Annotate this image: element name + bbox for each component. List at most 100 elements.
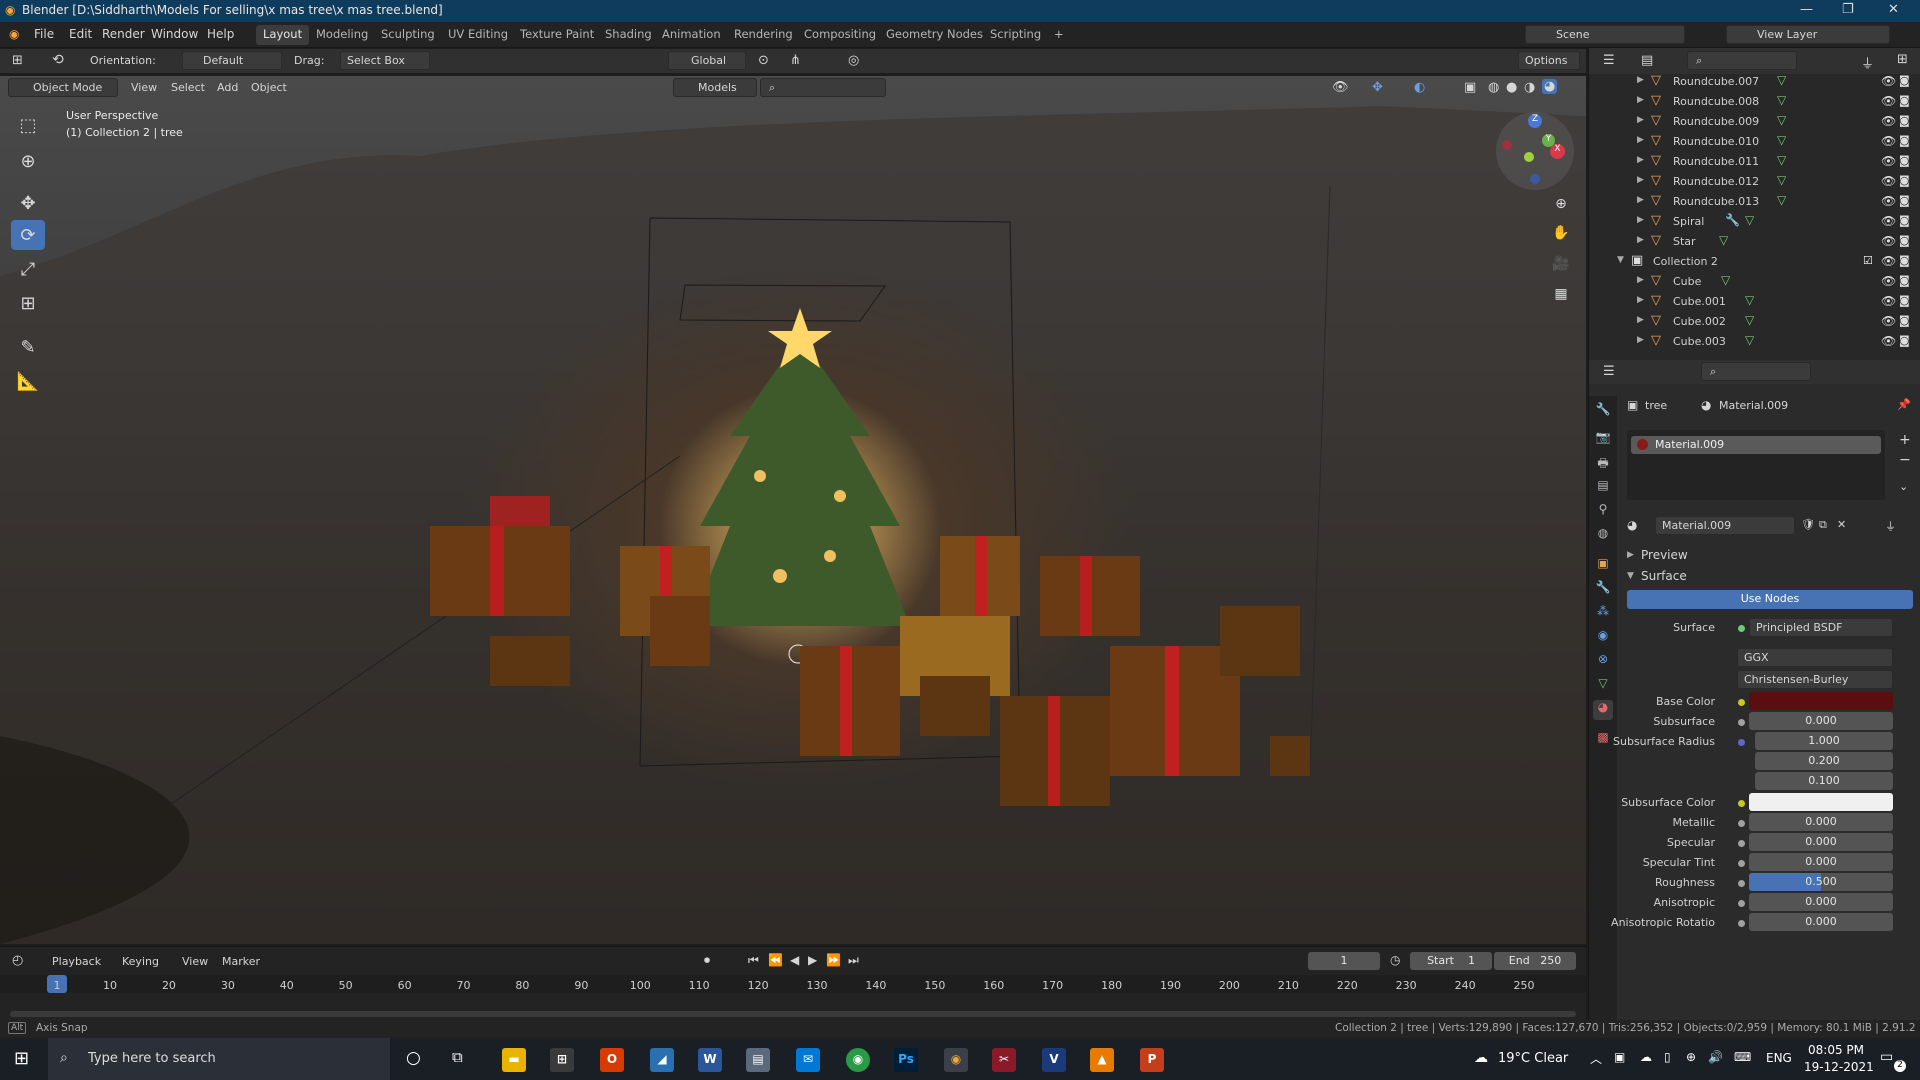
render-tab-icon[interactable]: 📷 xyxy=(1593,430,1613,450)
gizmo-neg-x-axis[interactable] xyxy=(1502,140,1512,150)
surface-shader-field[interactable]: Principled BSDF xyxy=(1749,618,1893,637)
language-indicator[interactable]: ENG xyxy=(1766,1051,1792,1065)
tab-modeling[interactable]: Modeling xyxy=(309,25,375,45)
proportional-edit-icon[interactable]: ◎ xyxy=(848,53,859,68)
outliner-row[interactable]: ▶ ▽ Cube.003 ▽ 👁 ◙ xyxy=(1589,332,1920,352)
view-layer-selector[interactable]: View Layer xyxy=(1726,25,1890,44)
blender-taskbar-icon[interactable]: ◉ xyxy=(944,1048,968,1072)
editor-type-icon[interactable]: ☰ xyxy=(1603,364,1615,379)
tab-shading[interactable]: Shading xyxy=(598,25,659,45)
tab-scripting[interactable]: Scripting xyxy=(983,25,1048,45)
eye-icon[interactable]: 👁 xyxy=(1881,154,1896,168)
eye-icon[interactable]: 👁 xyxy=(1881,114,1896,128)
menu-render[interactable]: Render xyxy=(102,27,145,41)
base-color-swatch[interactable] xyxy=(1749,692,1893,710)
network-icon[interactable]: ⊕ xyxy=(1686,1050,1696,1064)
app-icon[interactable]: V xyxy=(1042,1048,1066,1072)
eye-icon[interactable]: 👁 xyxy=(1881,314,1896,328)
render-camera-icon[interactable]: ◙ xyxy=(1899,154,1910,167)
close-button[interactable]: ✕ xyxy=(1888,2,1899,17)
rendered-shading-icon[interactable]: ◕ xyxy=(1542,79,1558,94)
scene-tab-icon[interactable]: ⚲ xyxy=(1593,502,1613,522)
end-frame-field[interactable]: End 250 xyxy=(1494,952,1576,970)
measure-tool-icon[interactable]: 📐 xyxy=(11,366,45,396)
editor-type-icon[interactable]: ☰ xyxy=(1603,53,1615,68)
unlink-material-icon[interactable]: ✕ xyxy=(1837,518,1846,531)
navigation-gizmo[interactable]: Z Y X xyxy=(1496,112,1574,190)
tab-layout[interactable]: Layout xyxy=(256,25,310,45)
render-camera-icon[interactable]: ◙ xyxy=(1899,194,1910,207)
display-mode-icon[interactable]: ▤ xyxy=(1641,53,1653,68)
3d-viewport[interactable]: User Perspective (1) Collection 2 | tree xyxy=(0,76,1586,944)
pan-hand-icon[interactable]: ✋ xyxy=(1550,225,1572,247)
gizmo-toggle-icon[interactable]: ✥ xyxy=(1372,80,1383,95)
word-icon[interactable]: W xyxy=(698,1048,722,1072)
keying-menu[interactable]: Keying xyxy=(122,955,159,968)
ortho-toggle-icon[interactable]: ▦ xyxy=(1550,286,1572,308)
subsurface-radius-y-field[interactable]: 0.200 xyxy=(1755,752,1893,770)
data-tab-icon[interactable]: ▽ xyxy=(1593,676,1613,696)
weather-icon[interactable]: ☁ xyxy=(1474,1050,1488,1066)
maximize-button[interactable]: ❐ xyxy=(1842,2,1854,17)
options-dropdown[interactable]: Options xyxy=(1518,51,1580,70)
material-shading-icon[interactable]: ◑ xyxy=(1524,80,1535,95)
anisotropic-rotation-field[interactable]: 0.000 xyxy=(1749,913,1893,931)
playback-menu[interactable]: Playback xyxy=(52,955,101,968)
menu-file[interactable]: File xyxy=(34,27,54,41)
fake-user-icon[interactable]: 🛡 xyxy=(1801,518,1815,531)
modifier-tab-icon[interactable]: 🔧 xyxy=(1593,580,1613,600)
app-icon[interactable]: ▤ xyxy=(746,1048,770,1072)
outliner-row[interactable]: ▶ ▽ Cube.001 ▽ 👁 ◙ xyxy=(1589,292,1920,312)
roughness-slider[interactable]: 0.500 xyxy=(1749,873,1893,891)
tray-app-icon[interactable]: ▣ xyxy=(1614,1050,1625,1064)
scale-tool-icon[interactable]: ⤢ xyxy=(11,254,45,284)
mode-dropdown[interactable]: Object Mode xyxy=(8,78,118,97)
material-browse-icon[interactable]: ◕ xyxy=(1627,518,1637,532)
render-camera-icon[interactable]: ◙ xyxy=(1899,174,1910,187)
zoom-icon[interactable]: ⊕ xyxy=(1550,196,1572,218)
surface-panel-chevron-icon[interactable]: ▼ xyxy=(1627,571,1634,581)
menu-help[interactable]: Help xyxy=(207,27,234,41)
move-tool-icon[interactable]: ✥ xyxy=(11,188,45,218)
outliner-row[interactable]: ▶ ▽ Roundcube.009 ▽ 👁 ◙ xyxy=(1589,112,1920,132)
snap-icon[interactable]: ⋔ xyxy=(790,53,801,68)
physics-tab-icon[interactable]: ◉ xyxy=(1593,628,1613,648)
anisotropic-field[interactable]: 0.000 xyxy=(1749,893,1893,911)
jump-end-icon[interactable]: ⏭ xyxy=(848,953,859,968)
tab-sculpting[interactable]: Sculpting xyxy=(374,25,442,45)
eye-icon[interactable]: 👁 xyxy=(1881,74,1896,88)
onedrive-icon[interactable]: ☁ xyxy=(1640,1050,1652,1064)
tab-animation[interactable]: Animation xyxy=(655,25,728,45)
outliner-row[interactable]: ▶ ▽ Star ▽ 👁 ◙ xyxy=(1589,232,1920,252)
office-icon[interactable]: O xyxy=(600,1048,624,1072)
metallic-field[interactable]: 0.000 xyxy=(1749,813,1893,831)
eye-icon[interactable]: 👁 xyxy=(1881,94,1896,108)
output-tab-icon[interactable]: 🖶 xyxy=(1593,454,1613,474)
outliner-row[interactable]: ▶ ▽ Roundcube.011 ▽ 👁 ◙ xyxy=(1589,152,1920,172)
menu-window[interactable]: Window xyxy=(151,27,198,41)
preview-panel-chevron-icon[interactable]: ▶ xyxy=(1627,550,1634,560)
render-camera-icon[interactable]: ◙ xyxy=(1899,114,1910,127)
render-camera-icon[interactable]: ◙ xyxy=(1899,94,1910,107)
cursor-tool-icon[interactable]: ⊕ xyxy=(11,146,45,176)
rotate-tool-icon[interactable]: ⟳ xyxy=(11,220,45,250)
constraints-tab-icon[interactable]: ⊗ xyxy=(1593,652,1613,672)
eye-icon[interactable]: 👁 xyxy=(1881,194,1896,208)
link-mode-icon[interactable]: ⏚ xyxy=(1885,518,1896,534)
subsurface-field[interactable]: 0.000 xyxy=(1749,712,1893,730)
render-camera-icon[interactable]: ◙ xyxy=(1899,214,1910,227)
eye-icon[interactable]: 👁 xyxy=(1881,174,1896,188)
chrome-icon[interactable]: ◉ xyxy=(846,1048,870,1072)
outliner-row[interactable]: ▶ ▽ Roundcube.007 ▽ 👁 ◙ xyxy=(1589,72,1920,92)
menu-add[interactable]: Add xyxy=(217,81,238,94)
tool-tab-icon[interactable]: 🔧 xyxy=(1593,402,1613,422)
app-icon[interactable]: ✂ xyxy=(992,1048,1016,1072)
subsurface-radius-x-field[interactable]: 1.000 xyxy=(1755,732,1893,750)
start-frame-field[interactable]: Start 1 xyxy=(1410,952,1492,970)
distribution-dropdown[interactable]: GGX xyxy=(1737,648,1893,667)
eye-icon[interactable]: 👁 xyxy=(1881,274,1896,288)
add-workspace-button[interactable]: + xyxy=(1047,25,1071,45)
outliner-collection-row[interactable]: ▼ ▣ Collection 2 ☑ 👁 ◙ xyxy=(1589,252,1920,272)
battery-icon[interactable]: ▯ xyxy=(1664,1050,1671,1064)
world-tab-icon[interactable]: ◍ xyxy=(1593,526,1613,546)
